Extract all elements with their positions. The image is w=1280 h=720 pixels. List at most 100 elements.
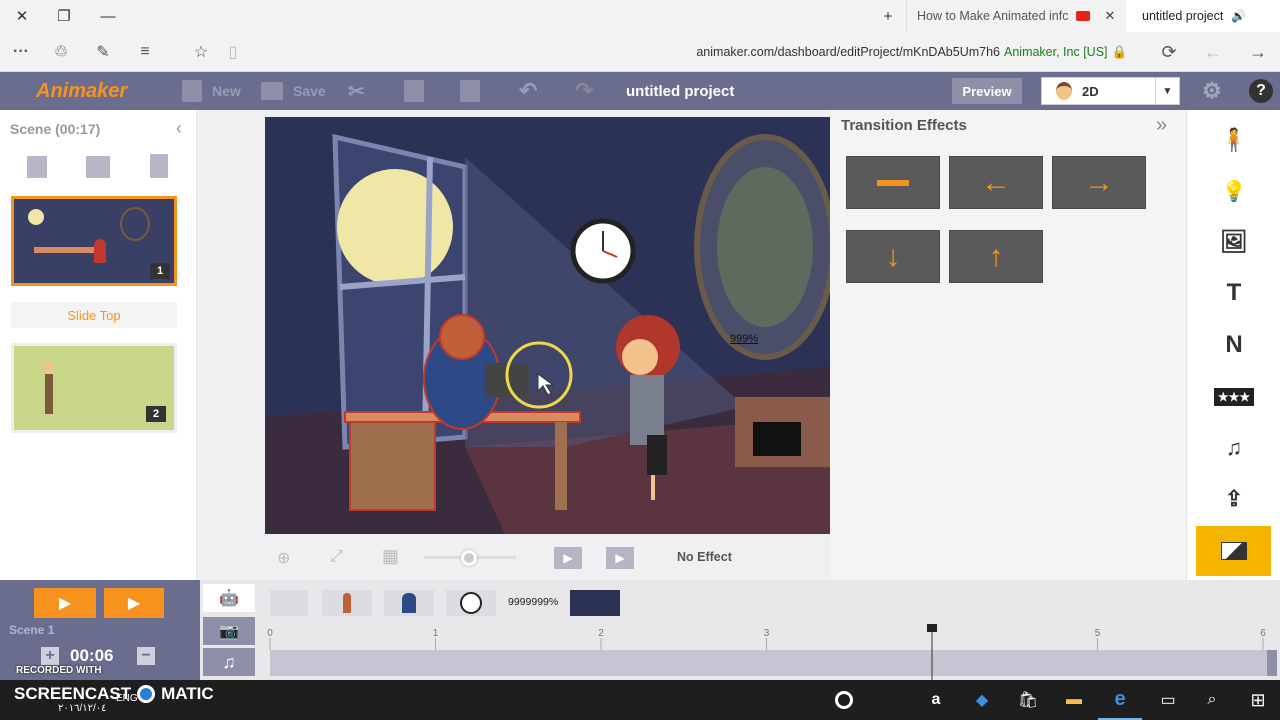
decrease-time-button[interactable]: −	[137, 647, 155, 665]
text-icon[interactable]: T	[1187, 268, 1280, 318]
scene-illustration	[265, 117, 830, 534]
reading-view-icon[interactable]: ▯	[220, 32, 246, 72]
scene-time: 00:06	[70, 646, 114, 665]
increase-time-button[interactable]: +	[41, 647, 59, 665]
tab-how-to-make[interactable]: How to Make Animated infc ✕	[906, 0, 1126, 32]
effect-arrow-left-icon[interactable]: ←	[949, 156, 1043, 209]
new-tab-icon[interactable]: +	[866, 0, 910, 32]
grid-icon[interactable]: ▦	[382, 546, 406, 568]
play-from-start-button[interactable]: ▶	[34, 588, 96, 618]
stage-canvas[interactable]: 999%	[265, 117, 830, 534]
timeline-item-percent[interactable]: 9999999%	[508, 596, 558, 608]
ruler-tick-label: 6	[1260, 628, 1266, 639]
collapse-right-icon[interactable]: »	[1156, 114, 1167, 137]
back-icon[interactable]: ←	[1200, 32, 1226, 72]
amazon-icon[interactable]: a	[914, 680, 958, 720]
tab-untitled-project[interactable]: untitled project 🔊	[1126, 0, 1280, 32]
zoom-slider-handle[interactable]	[461, 550, 477, 566]
slide-thumbnail-2[interactable]: 2	[11, 343, 177, 433]
upload-icon[interactable]: ⇪	[1187, 474, 1280, 524]
effect-arrow-down-icon[interactable]: ↓	[846, 230, 940, 283]
dropbox-icon[interactable]: ◆	[960, 680, 1004, 720]
cut-icon[interactable]: ✂	[348, 72, 365, 110]
expand-icon[interactable]: ⤢	[330, 548, 352, 568]
store-icon[interactable]: 🛍	[1006, 680, 1050, 720]
hub-icon[interactable]: ♲	[48, 32, 74, 72]
language-indicator[interactable]: ENG	[116, 693, 138, 704]
effect-arrow-up-icon[interactable]: ↑	[949, 230, 1043, 283]
scene-duration-title: Scene (00:17)	[10, 121, 101, 137]
help-icon[interactable]: ?	[1249, 79, 1273, 103]
image-icon[interactable]: 🖼	[1187, 217, 1280, 267]
edge-icon[interactable]: e	[1098, 680, 1142, 720]
bulb-icon[interactable]: 💡	[1187, 166, 1280, 216]
reading-list-icon[interactable]: ≡	[132, 32, 158, 72]
forward-icon[interactable]: →	[1245, 32, 1271, 72]
restore-icon[interactable]: ❐	[42, 0, 86, 32]
save-icon	[261, 82, 283, 100]
timeline-item-fox[interactable]	[384, 590, 434, 616]
lock-icon: 🔒	[1111, 44, 1128, 59]
character-icon[interactable]: 🧍	[1187, 115, 1280, 165]
minimize-icon[interactable]: —	[86, 0, 130, 32]
scene-panel: Scene (00:17) ‹ 1 Slide Top 2	[0, 110, 197, 580]
timeline-item-background[interactable]	[570, 590, 620, 616]
web-note-icon[interactable]: ✎	[90, 32, 116, 72]
playhead-handle[interactable]	[927, 624, 937, 632]
close-tab-icon[interactable]: ✕	[1104, 8, 1115, 24]
save-button[interactable]: Save	[261, 72, 326, 110]
play-scene-button[interactable]: ▶	[554, 547, 582, 569]
project-title[interactable]: untitled project	[626, 72, 734, 110]
frame-percent-label: 999%	[730, 333, 759, 345]
refresh-icon[interactable]: ⟳	[1156, 32, 1182, 72]
undo-icon[interactable]: ↶	[519, 72, 537, 110]
add-scene-icon[interactable]	[27, 156, 47, 178]
new-button[interactable]: New	[182, 72, 241, 110]
file-explorer-icon[interactable]: ▬	[1052, 680, 1096, 720]
favorite-star-icon[interactable]: ☆	[188, 32, 214, 72]
preview-button[interactable]: Preview	[952, 78, 1022, 104]
browser-tab-bar: ✕ ❐ — + How to Make Animated infc ✕ unti…	[0, 0, 1280, 32]
url-field[interactable]: animaker.com/dashboard/editProject/mKnDA…	[640, 32, 1000, 72]
mode-select[interactable]: 2D ▼	[1041, 77, 1180, 105]
play-button[interactable]: ▶	[606, 547, 634, 569]
app-toolbar: Animaker New Save ✂ ↶ ↷ untitled project…	[0, 72, 1280, 110]
n-icon[interactable]: N	[1187, 320, 1280, 370]
effect-none-icon[interactable]	[846, 156, 940, 209]
no-effect-label: No Effect	[677, 550, 732, 564]
redo-icon[interactable]: ↷	[575, 72, 593, 110]
slide-thumbnail-1[interactable]: 1	[11, 196, 177, 286]
more-icon[interactable]: ···	[8, 32, 34, 72]
app-logo: Animaker	[36, 79, 128, 102]
fit-icon[interactable]: ⊕	[277, 548, 299, 568]
delete-scene-icon[interactable]	[150, 154, 168, 178]
timeline-item-clock[interactable]	[446, 590, 496, 616]
collapse-panel-icon[interactable]: ‹	[176, 118, 182, 139]
screencast-logo-icon	[137, 685, 156, 703]
stars-icon[interactable]: ★★★	[1187, 372, 1280, 422]
music-track-icon[interactable]: ♫	[203, 648, 255, 676]
copy-icon[interactable]	[404, 72, 424, 110]
effect-arrow-right-icon[interactable]: →	[1052, 156, 1146, 209]
character-track-icon[interactable]: 🤖	[203, 584, 255, 612]
transition-title: Transition Effects	[841, 117, 967, 134]
duplicate-scene-icon[interactable]	[86, 156, 110, 178]
settings-gear-icon[interactable]: ⚙	[1202, 72, 1222, 110]
music-icon[interactable]: ♫	[1187, 423, 1280, 473]
slide-top-button[interactable]: Slide Top	[11, 302, 177, 328]
background-icon[interactable]	[1196, 526, 1271, 576]
close-window-icon[interactable]: ✕	[0, 0, 44, 32]
play-timeline-button[interactable]: ▶	[104, 588, 164, 618]
search-icon[interactable]: ⌕	[1190, 680, 1234, 720]
site-identity[interactable]: Animaker, Inc [US] 🔒	[1004, 32, 1127, 72]
camera-track-icon[interactable]: 📷	[203, 617, 255, 645]
taskbar-date: ٢٠١٦/١٢/٠٤	[58, 703, 107, 714]
timeline-item-bulb[interactable]	[270, 590, 308, 616]
timeline-item-girl[interactable]	[322, 590, 372, 616]
task-view-icon[interactable]: ▭	[1146, 680, 1190, 720]
slide-number: 2	[146, 406, 166, 422]
ruler-tick-label: 2	[598, 628, 604, 639]
windows-start-icon[interactable]: ⊞	[1236, 680, 1280, 720]
paste-icon[interactable]	[460, 72, 480, 110]
cortana-icon[interactable]	[822, 680, 866, 720]
